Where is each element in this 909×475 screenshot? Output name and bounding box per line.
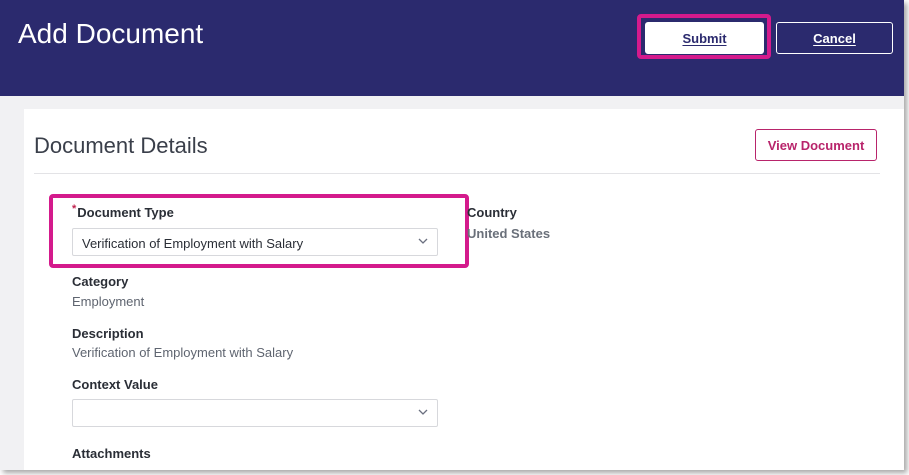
document-type-select[interactable]: Verification of Employment with Salary xyxy=(72,228,438,256)
submit-button[interactable]: Submit xyxy=(645,22,764,54)
section-title: Document Details xyxy=(34,133,208,158)
document-type-value: Verification of Employment with Salary xyxy=(82,236,304,251)
view-document-button[interactable]: View Document xyxy=(755,129,877,161)
cancel-button[interactable]: Cancel xyxy=(776,22,893,54)
required-mark: * xyxy=(72,203,77,215)
category-label: Category xyxy=(72,274,129,289)
app-window: Add Document Submit Cancel Document Deta… xyxy=(0,0,904,470)
page-title: Add Document xyxy=(18,18,204,49)
attachments-label: Attachments xyxy=(72,446,151,461)
context-value-select[interactable] xyxy=(72,399,438,427)
context-value-label: Context Value xyxy=(72,377,158,392)
document-type-label: *Document Type xyxy=(72,203,174,220)
description-label: Description xyxy=(72,326,144,341)
chevron-down-icon xyxy=(418,238,428,244)
page-header: Add Document Submit Cancel xyxy=(0,0,904,96)
document-details-card: Document Details View Document *Document… xyxy=(24,109,904,470)
chevron-down-icon xyxy=(418,409,428,415)
country-label: Country xyxy=(467,205,517,220)
category-value: Employment xyxy=(72,294,145,309)
description-value: Verification of Employment with Salary xyxy=(72,345,294,360)
country-value: United States xyxy=(467,226,551,241)
divider xyxy=(34,173,880,174)
